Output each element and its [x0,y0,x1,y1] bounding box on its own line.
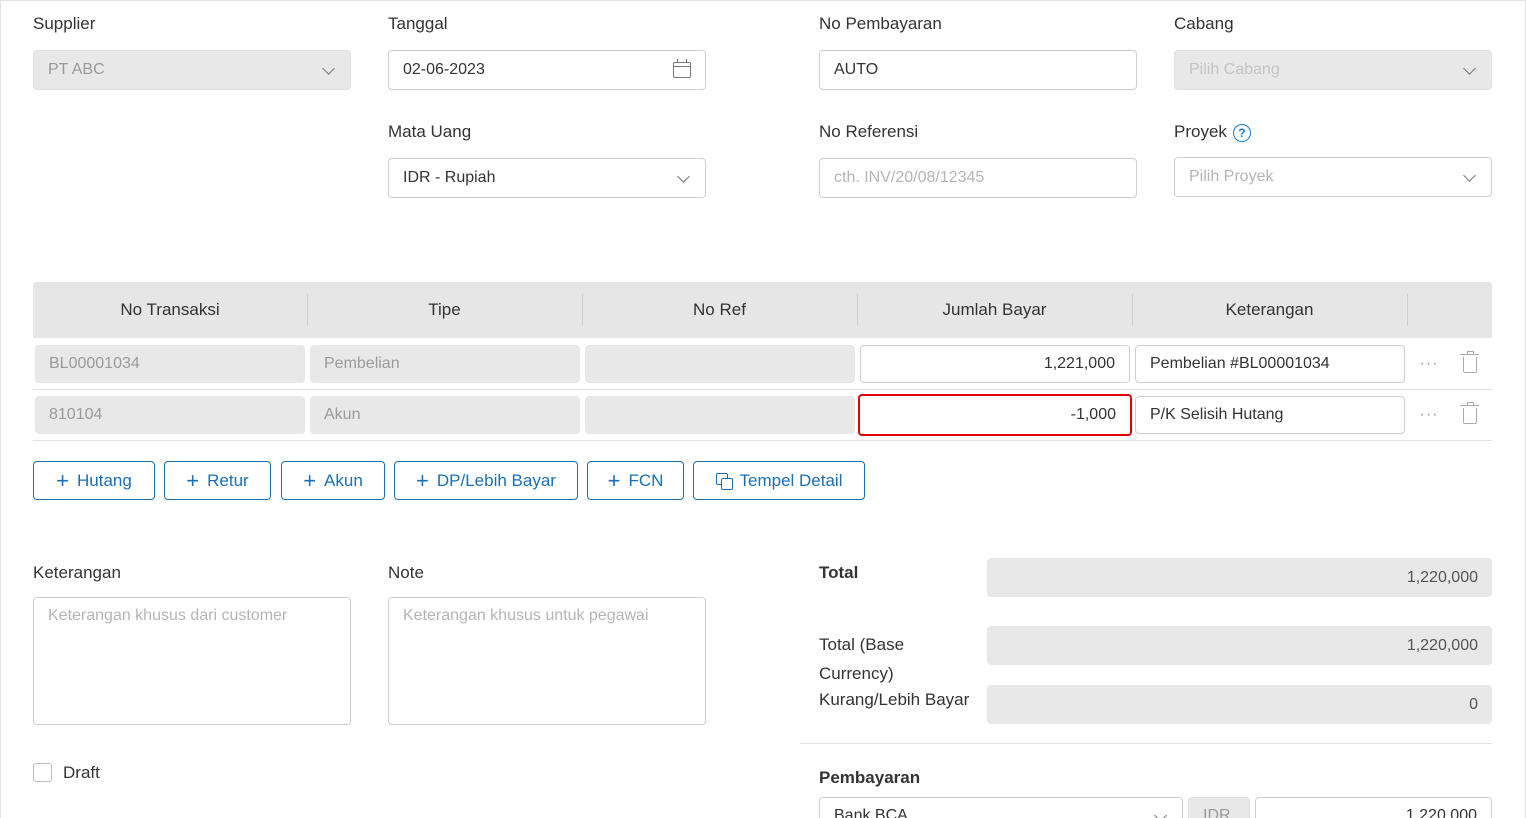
calendar-icon[interactable] [673,59,691,78]
total-base-value: 1,220,000 [987,626,1492,665]
bank-select[interactable]: Bank BCA [819,797,1183,818]
total-base-label: Total (Base Currency) [819,630,904,688]
no-pembayaran-input[interactable]: AUTO [819,50,1137,90]
row2-jumlah-bayar-input[interactable]: -1,000 [858,394,1132,436]
add-retur-button[interactable]: + Retur [164,461,271,500]
header-keterangan: Keterangan [1225,300,1314,319]
proyek-placeholder: Pilih Proyek [1189,168,1274,185]
row-divider [33,440,1492,441]
more-icon[interactable]: ··· [1419,405,1439,425]
pembayaran-label: Pembayaran [819,768,921,787]
total-base-label-line2: Currency) [819,664,894,683]
chevron-down-icon [677,171,691,185]
total-label: Total [819,563,859,582]
chevron-down-icon [1154,810,1168,818]
add-retur-label: Retur [207,470,249,490]
header-no-transaksi: No Transaksi [120,300,220,319]
row2-keterangan-input[interactable]: P/K Selisih Hutang [1135,396,1405,434]
draft-label: Draft [63,763,100,782]
chevron-down-icon [1463,170,1477,184]
payment-amount-input[interactable]: 1,220,000 [1255,797,1492,818]
cabang-label: Cabang [1174,14,1234,33]
supplier-value: PT ABC [48,61,105,78]
total-value: 1,220,000 [987,558,1492,597]
header-divider [1407,294,1408,326]
no-referensi-input[interactable]: cth. INV/20/08/12345 [819,158,1137,198]
payment-amount-value: 1,220,000 [1405,807,1477,818]
proyek-label-group: Proyek? [1174,122,1251,142]
kurang-lebih-label: Kurang/Lebih Bayar [819,690,970,709]
mata-uang-value: IDR - Rupiah [403,169,496,186]
add-akun-button[interactable]: + Akun [281,461,385,500]
help-icon[interactable]: ? [1232,123,1251,142]
chevron-down-icon [1463,63,1477,77]
table-header: No Transaksi Tipe No Ref Jumlah Bayar Ke… [33,282,1492,338]
row2-tipe: Akun [310,396,580,434]
keterangan-label: Keterangan [33,563,121,582]
payment-currency: IDR [1188,797,1250,818]
add-dp-label: DP/Lebih Bayar [436,470,556,490]
plus-icon: + [56,467,70,493]
add-akun-label: Akun [324,470,363,490]
row1-no-transaksi: BL00001034 [35,345,305,383]
no-referensi-placeholder: cth. INV/20/08/12345 [834,169,985,186]
proyek-label: Proyek [1174,122,1227,141]
proyek-select[interactable]: Pilih Proyek [1174,157,1492,197]
tanggal-value: 02-06-2023 [403,61,485,78]
add-hutang-button[interactable]: + Hutang [33,461,155,500]
tempel-detail-button[interactable]: Tempel Detail [693,461,865,500]
keterangan-textarea[interactable]: Keterangan khusus dari customer [33,597,351,725]
header-jumlah-bayar: Jumlah Bayar [942,300,1047,319]
draft-checkbox[interactable] [33,763,52,782]
row1-no-ref [585,345,855,383]
payment-currency-value: IDR [1203,807,1231,818]
row2-no-transaksi: 810104 [35,396,305,434]
plus-icon: + [416,467,429,493]
tanggal-date-input[interactable]: 02-06-2023 [388,50,706,90]
add-dp-button[interactable]: + DP/Lebih Bayar [394,461,578,500]
row1-jumlah-bayar-input[interactable]: 1,221,000 [860,345,1130,383]
row1-keterangan-input[interactable]: Pembelian #BL00001034 [1135,345,1405,383]
row2-no-ref [585,396,855,434]
header-tipe: Tipe [428,300,461,319]
kurang-lebih-value: 0 [987,685,1492,724]
no-referensi-label: No Referensi [819,122,919,141]
plus-icon: + [303,467,317,493]
summary-divider [800,743,1492,744]
add-fcn-label: FCN [628,470,664,490]
cabang-placeholder: Pilih Cabang [1189,61,1280,78]
chevron-down-icon [322,63,336,77]
tanggal-label: Tanggal [388,14,448,33]
trash-icon[interactable] [1460,351,1479,373]
note-textarea[interactable]: Keterangan khusus untuk pegawai [388,597,706,725]
copy-icon [715,472,733,490]
row-divider [33,389,1492,390]
trash-icon[interactable] [1460,402,1479,424]
total-base-label-line1: Total (Base [819,635,905,654]
tempel-detail-label: Tempel Detail [739,470,843,490]
plus-icon: + [607,467,621,493]
add-fcn-button[interactable]: + FCN [587,461,684,500]
bank-value: Bank BCA [834,807,908,818]
cabang-select[interactable]: Pilih Cabang [1174,50,1492,90]
row1-tipe: Pembelian [310,345,580,383]
supplier-label: Supplier [33,14,96,33]
no-pembayaran-label: No Pembayaran [819,14,942,33]
note-label: Note [388,563,424,582]
mata-uang-label: Mata Uang [388,122,472,141]
more-icon[interactable]: ··· [1419,354,1439,374]
supplier-select[interactable]: PT ABC [33,50,351,90]
no-pembayaran-value: AUTO [834,61,879,78]
plus-icon: + [186,467,200,493]
mata-uang-select[interactable]: IDR - Rupiah [388,158,706,198]
add-hutang-label: Hutang [77,470,132,490]
header-no-ref: No Ref [693,300,746,319]
